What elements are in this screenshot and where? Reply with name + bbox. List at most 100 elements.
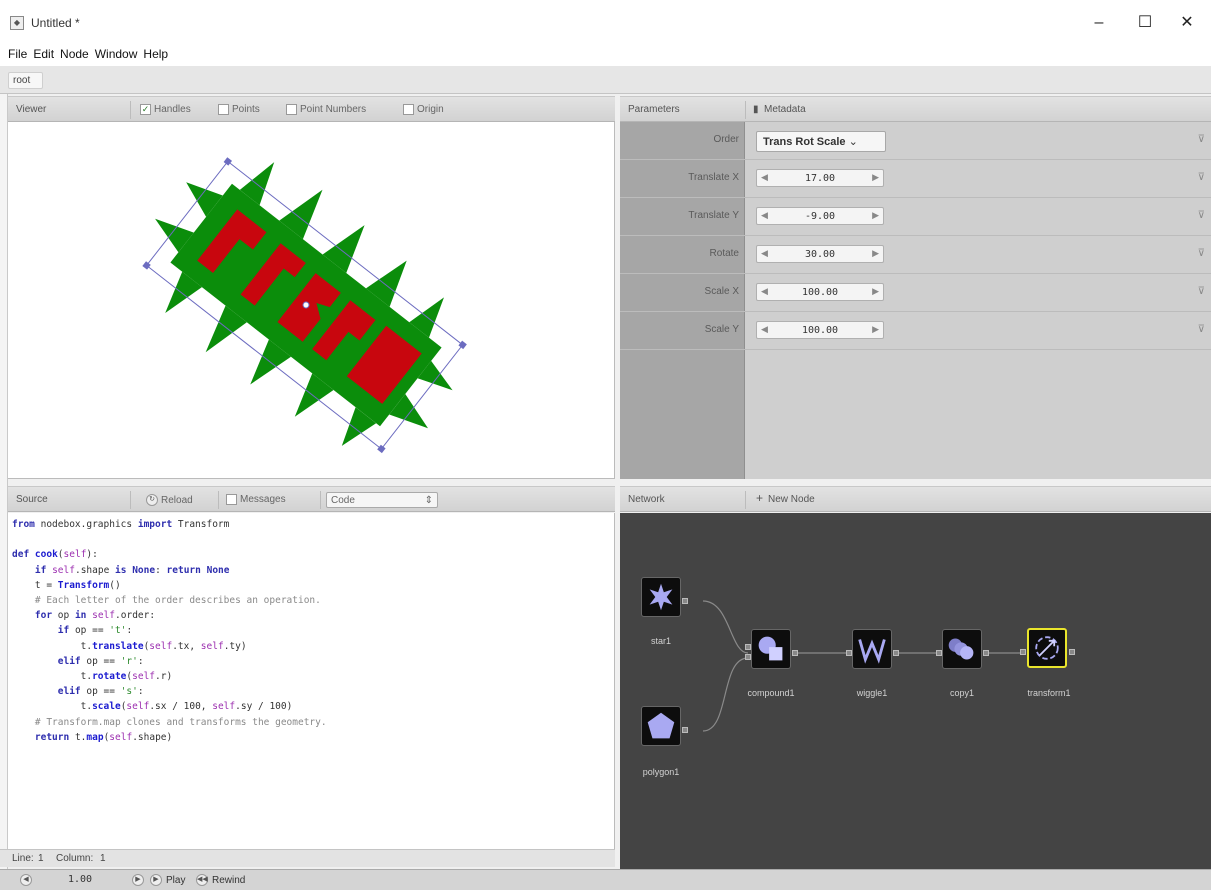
- reload-icon: ↻: [146, 494, 158, 506]
- polygon-icon: [647, 712, 675, 739]
- expression-toggle-icon[interactable]: ⊽: [1198, 286, 1205, 297]
- window-title: Untitled *: [31, 16, 80, 30]
- expression-toggle-icon[interactable]: ⊽: [1198, 172, 1205, 183]
- input-port[interactable]: [745, 654, 751, 660]
- increment-icon[interactable]: ▶: [872, 286, 879, 297]
- param-label: Order: [713, 134, 739, 145]
- frame-decrement-button[interactable]: ◀: [20, 874, 32, 886]
- param-label: Scale Y: [704, 324, 739, 335]
- menu-edit[interactable]: Edit: [30, 44, 57, 61]
- output-port[interactable]: [1069, 649, 1075, 655]
- new-node-button[interactable]: New Node: [768, 494, 815, 505]
- network-editor[interactable]: star1 polygon1 compound1 wiggle1 copy1 t…: [620, 513, 1211, 869]
- input-port[interactable]: [936, 650, 942, 656]
- node-label-star1: star1: [650, 636, 671, 646]
- param-label: Translate X: [688, 172, 739, 183]
- menu-bar: File Edit Node Window Help: [0, 44, 1211, 66]
- scale-x-field[interactable]: ◀ 100.00 ▶: [756, 283, 884, 301]
- increment-icon[interactable]: ▶: [872, 248, 879, 259]
- scale-y-field[interactable]: ◀ 100.00 ▶: [756, 321, 884, 339]
- viewer-title: Viewer: [16, 104, 47, 115]
- title-bar: ◆ Untitled * – ☐ ✕: [0, 0, 1211, 44]
- menu-window[interactable]: Window: [92, 44, 141, 61]
- mode-select[interactable]: Code ⇕: [326, 492, 438, 508]
- menu-node[interactable]: Node: [57, 44, 92, 61]
- breadcrumb-root[interactable]: root: [8, 72, 44, 89]
- node-compound1[interactable]: [745, 629, 798, 669]
- increment-icon[interactable]: ▶: [872, 210, 879, 221]
- divider: [130, 491, 131, 509]
- translate-x-field[interactable]: ◀ 17.00 ▶: [756, 169, 884, 187]
- output-port[interactable]: [792, 650, 798, 656]
- input-port[interactable]: [846, 650, 852, 656]
- menu-file[interactable]: File: [0, 44, 30, 61]
- node-polygon1[interactable]: [641, 706, 688, 746]
- output-port[interactable]: [983, 650, 989, 656]
- minimize-button[interactable]: –: [1079, 12, 1119, 36]
- path-bar: root: [0, 66, 1211, 94]
- output-port[interactable]: [682, 727, 688, 733]
- param-row-scale-x: Scale X ◀ 100.00 ▶ ⊽: [620, 274, 1211, 312]
- node-transform1[interactable]: [1020, 628, 1075, 668]
- code-text: from nodebox.graphics import Transform d…: [12, 519, 327, 743]
- expression-toggle-icon[interactable]: ⊽: [1198, 210, 1205, 221]
- metadata-button[interactable]: Metadata: [764, 104, 806, 115]
- origin-checkbox[interactable]: Origin: [403, 104, 444, 115]
- param-row-scale-y: Scale Y ◀ 100.00 ▶ ⊽: [620, 312, 1211, 350]
- line-value: 1: [38, 853, 44, 864]
- chevron-down-icon: ⌄: [848, 136, 858, 148]
- increment-icon[interactable]: ▶: [872, 324, 879, 335]
- frame-field[interactable]: 1.00: [68, 874, 92, 885]
- expression-toggle-icon[interactable]: ⊽: [1198, 248, 1205, 259]
- parameters-tab[interactable]: Parameters: [628, 104, 680, 115]
- source-code-editor[interactable]: from nodebox.graphics import Transform d…: [8, 513, 615, 849]
- star-icon: [649, 583, 673, 611]
- divider: [745, 491, 746, 509]
- node-label-polygon1: polygon1: [642, 767, 680, 777]
- param-label: Rotate: [709, 248, 739, 259]
- node-label-transform1: transform1: [1027, 688, 1071, 698]
- divider: [320, 491, 321, 509]
- frame-increment-button[interactable]: ▶: [132, 874, 144, 886]
- column-label: Column:: [56, 853, 94, 864]
- copy-icon: [948, 638, 974, 660]
- node-wiggle1[interactable]: [846, 629, 899, 669]
- handles-checkbox[interactable]: ✓ Handles: [140, 104, 191, 115]
- input-port[interactable]: [1020, 649, 1026, 655]
- play-icon: ▶: [150, 874, 162, 886]
- points-checkbox[interactable]: Points: [218, 104, 260, 115]
- rewind-icon: ◀◀: [196, 874, 208, 886]
- decrement-icon: ◀: [20, 874, 32, 886]
- source-title: Source: [16, 494, 48, 505]
- transform-icon: [1035, 636, 1059, 660]
- expression-toggle-icon[interactable]: ⊽: [1198, 324, 1205, 335]
- output-port[interactable]: [682, 598, 688, 604]
- close-button[interactable]: ✕: [1167, 12, 1207, 36]
- plus-icon: +: [756, 491, 764, 505]
- parameters-header: Parameters ▮ Metadata: [620, 96, 1211, 122]
- checkbox-icon: [226, 494, 237, 505]
- input-port[interactable]: [745, 644, 751, 650]
- play-button[interactable]: ▶ Play: [150, 874, 185, 886]
- network-header: Network + New Node: [620, 486, 1211, 512]
- increment-icon[interactable]: ▶: [872, 172, 879, 183]
- viewer-header: Viewer ✓ Handles Points Point Numbers Ori…: [8, 96, 615, 122]
- node-copy1[interactable]: [936, 629, 989, 669]
- translate-y-field[interactable]: ◀ -9.00 ▶: [756, 207, 884, 225]
- rewind-button[interactable]: ◀◀ Rewind: [196, 874, 245, 886]
- output-port[interactable]: [893, 650, 899, 656]
- compound-icon: [758, 636, 783, 661]
- menu-help[interactable]: Help: [140, 44, 171, 61]
- checkbox-icon: [218, 104, 229, 115]
- rotate-field[interactable]: ◀ 30.00 ▶: [756, 245, 884, 263]
- playback-bar: ◀ 1.00 ▶ ▶ Play ◀◀ Rewind: [0, 869, 1211, 890]
- reload-button[interactable]: ↻ Reload: [146, 494, 193, 506]
- order-select[interactable]: Trans Rot Scale ⌄: [756, 131, 886, 152]
- expression-toggle-icon[interactable]: ⊽: [1198, 134, 1205, 145]
- node-star1[interactable]: [641, 577, 688, 617]
- param-row-translate-x: Translate X ◀ 17.00 ▶ ⊽: [620, 160, 1211, 198]
- messages-checkbox[interactable]: Messages: [226, 494, 286, 505]
- maximize-button[interactable]: ☐: [1125, 12, 1165, 36]
- viewer-canvas[interactable]: [8, 122, 615, 479]
- point-numbers-checkbox[interactable]: Point Numbers: [286, 104, 366, 115]
